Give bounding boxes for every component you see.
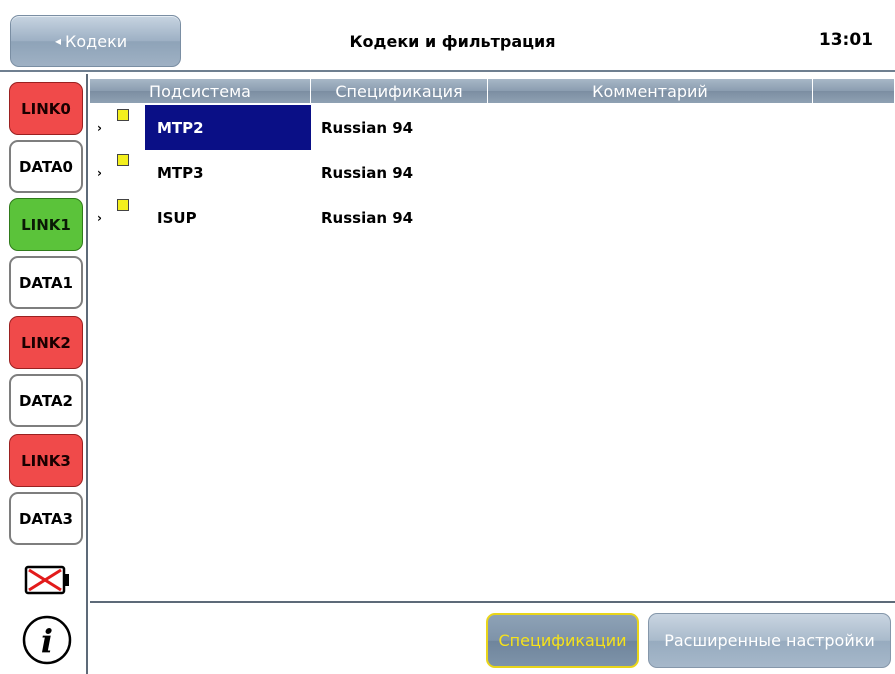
page-title: Кодеки и фильтрация: [349, 31, 556, 51]
sidebar-item-data0[interactable]: DATA0: [9, 140, 83, 193]
table-row[interactable]: › ISUP Russian 94: [90, 195, 895, 240]
cell-specification[interactable]: Russian 94: [321, 195, 413, 240]
sidebar-item-link1[interactable]: LINK1: [9, 198, 83, 251]
cell-specification[interactable]: Russian 94: [321, 105, 413, 150]
sidebar-item-link3[interactable]: LINK3: [9, 434, 83, 487]
sidebar-item-link2[interactable]: LINK2: [9, 316, 83, 369]
column-header-subsystem[interactable]: Подсистема: [90, 79, 311, 103]
sidebar-item-data1[interactable]: DATA1: [9, 256, 83, 309]
svg-text:i: i: [41, 622, 53, 660]
cell-subsystem[interactable]: ISUP: [145, 195, 311, 240]
battery-empty-icon: [9, 560, 85, 600]
cell-subsystem[interactable]: MTP2: [145, 105, 311, 150]
sidebar-item-data3[interactable]: DATA3: [9, 492, 83, 545]
expand-chevron-icon[interactable]: ›: [97, 166, 102, 180]
cell-specification[interactable]: Russian 94: [321, 150, 413, 195]
column-header-specification[interactable]: Спецификация: [311, 79, 488, 103]
table-row[interactable]: › MTP3 Russian 94: [90, 150, 895, 195]
expand-chevron-icon[interactable]: ›: [97, 121, 102, 135]
codec-table: Подсистема Спецификация Комментарий › MT…: [90, 74, 895, 603]
table-row[interactable]: › MTP2 Russian 94: [90, 105, 895, 150]
sidebar: LINK0 DATA0 LINK1 DATA1 LINK2 DATA2 LINK…: [0, 74, 88, 674]
clock: 13:01: [818, 30, 873, 50]
cell-subsystem[interactable]: MTP3: [145, 150, 311, 195]
column-header-extra: [813, 79, 895, 103]
specifications-button[interactable]: Спецификации: [486, 613, 639, 668]
status-indicator-icon: [117, 199, 129, 211]
column-header-comment[interactable]: Комментарий: [488, 79, 813, 103]
info-icon[interactable]: i: [9, 612, 85, 668]
advanced-settings-button[interactable]: Расширенные настройки: [648, 613, 891, 668]
sidebar-item-data2[interactable]: DATA2: [9, 374, 83, 427]
status-indicator-icon: [117, 154, 129, 166]
sidebar-item-link0[interactable]: LINK0: [9, 82, 83, 135]
status-indicator-icon: [117, 109, 129, 121]
expand-chevron-icon[interactable]: ›: [97, 211, 102, 225]
